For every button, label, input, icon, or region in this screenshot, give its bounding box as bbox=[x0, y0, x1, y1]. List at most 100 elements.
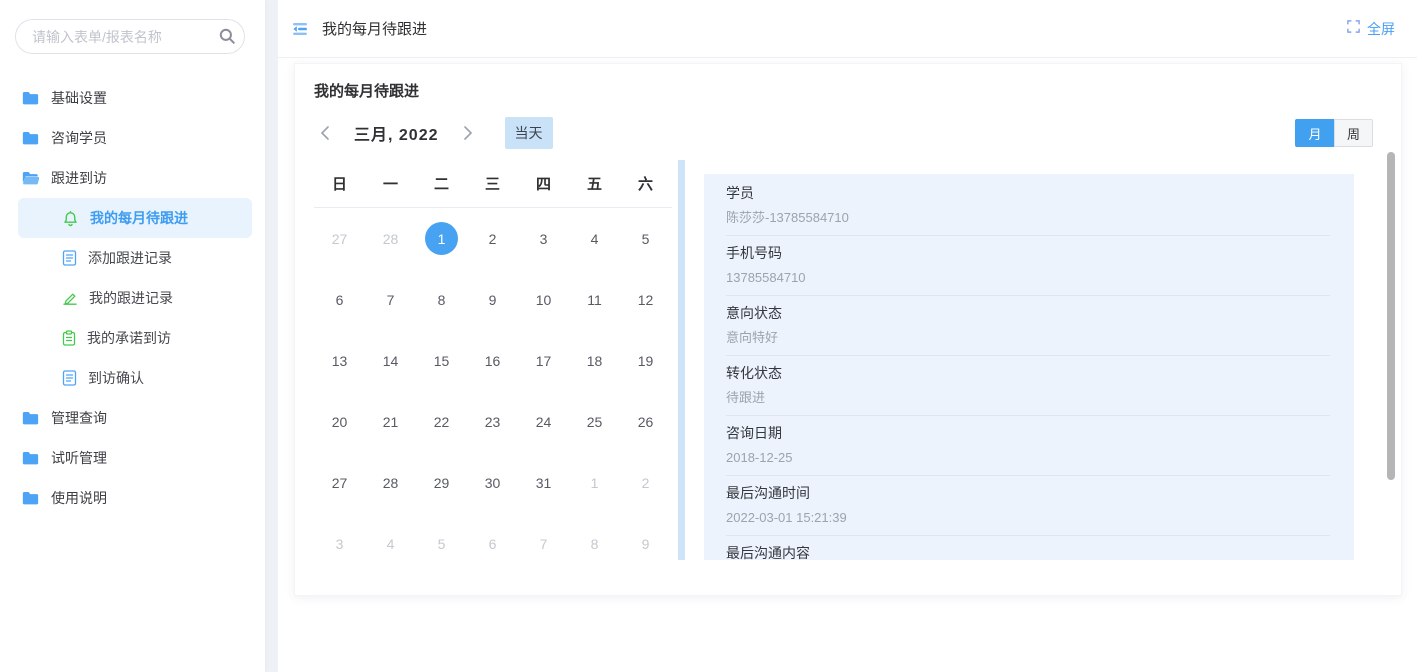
sidebar-item-label: 管理查询 bbox=[51, 408, 107, 428]
calendar-day[interactable]: 10 bbox=[518, 269, 569, 330]
calendar-day[interactable]: 29 bbox=[416, 452, 467, 513]
calendar-day[interactable]: 6 bbox=[314, 269, 365, 330]
calendar-day[interactable]: 3 bbox=[314, 513, 365, 574]
sidebar-subitem-到访确认[interactable]: 到访确认 bbox=[18, 358, 252, 398]
today-button[interactable]: 当天 bbox=[505, 117, 553, 149]
calendar-day[interactable]: 13 bbox=[314, 330, 365, 391]
calendar-day[interactable]: 2 bbox=[620, 452, 671, 513]
calendar-day[interactable]: 5 bbox=[416, 513, 467, 574]
calendar-day[interactable]: 21 bbox=[365, 391, 416, 452]
calendar-day[interactable]: 1 bbox=[416, 208, 467, 269]
sidebar-item-试听管理[interactable]: 试听管理 bbox=[0, 438, 265, 478]
calendar-day[interactable]: 28 bbox=[365, 208, 416, 269]
calendar-day[interactable]: 19 bbox=[620, 330, 671, 391]
sidebar-item-label: 基础设置 bbox=[51, 88, 107, 108]
sidebar-item-label: 添加跟进记录 bbox=[88, 248, 172, 268]
folder-icon bbox=[22, 451, 39, 465]
calendar: 日一二三四五六 27281234567891011121314151617181… bbox=[314, 160, 672, 574]
calendar-day[interactable]: 26 bbox=[620, 391, 671, 452]
sidebar-gap bbox=[265, 0, 278, 672]
calendar-day[interactable]: 24 bbox=[518, 391, 569, 452]
calendar-day-number: 14 bbox=[374, 344, 407, 377]
sidebar-item-基础设置[interactable]: 基础设置 bbox=[0, 78, 265, 118]
weekday-header: 五 bbox=[569, 160, 620, 207]
folder-icon bbox=[22, 411, 39, 425]
calendar-day[interactable]: 8 bbox=[416, 269, 467, 330]
calendar-day-number: 8 bbox=[425, 283, 458, 316]
calendar-day-number: 3 bbox=[527, 222, 560, 255]
calendar-day[interactable]: 4 bbox=[569, 208, 620, 269]
calendar-day[interactable]: 9 bbox=[620, 513, 671, 574]
calendar-day[interactable]: 22 bbox=[416, 391, 467, 452]
calendar-day[interactable]: 7 bbox=[365, 269, 416, 330]
chevron-left-icon[interactable] bbox=[314, 121, 338, 145]
sidebar-item-跟进到访[interactable]: 跟进到访 bbox=[0, 158, 265, 198]
calendar-day[interactable]: 12 bbox=[620, 269, 671, 330]
field-value: 2018-12-25 bbox=[726, 450, 1330, 465]
calendar-day-number: 24 bbox=[527, 405, 560, 438]
sidebar-item-label: 到访确认 bbox=[88, 368, 144, 388]
sidebar-item-label: 我的每月待跟进 bbox=[90, 208, 188, 228]
calendar-day-number: 9 bbox=[476, 283, 509, 316]
calendar-day[interactable]: 6 bbox=[467, 513, 518, 574]
calendar-day-number: 26 bbox=[629, 405, 662, 438]
calendar-day-number: 12 bbox=[629, 283, 662, 316]
calendar-day[interactable]: 5 bbox=[620, 208, 671, 269]
calendar-day-number: 2 bbox=[476, 222, 509, 255]
field-value: 意向特好 bbox=[726, 330, 1330, 345]
calendar-detail-divider bbox=[678, 160, 685, 560]
view-month-button[interactable]: 月 bbox=[1295, 119, 1334, 147]
sidebar-item-使用说明[interactable]: 使用说明 bbox=[0, 478, 265, 518]
weekday-header: 四 bbox=[518, 160, 569, 207]
main-area: 我的每月待跟进 全屏 我的每月待跟进 三月, 2022 bbox=[278, 0, 1417, 672]
calendar-day-number: 15 bbox=[425, 344, 458, 377]
calendar-day-number: 17 bbox=[527, 344, 560, 377]
calendar-day[interactable]: 4 bbox=[365, 513, 416, 574]
sidebar-nav: 基础设置咨询学员跟进到访我的每月待跟进添加跟进记录我的跟进记录我的承诺到访到访确… bbox=[0, 68, 265, 518]
calendar-day-number: 6 bbox=[323, 283, 356, 316]
calendar-day[interactable]: 18 bbox=[569, 330, 620, 391]
detail-field: 意向状态意向特好 bbox=[726, 296, 1330, 356]
calendar-day[interactable]: 27 bbox=[314, 208, 365, 269]
fullscreen-button[interactable]: 全屏 bbox=[1346, 19, 1395, 39]
calendar-day[interactable]: 27 bbox=[314, 452, 365, 513]
sidebar-item-管理查询[interactable]: 管理查询 bbox=[0, 398, 265, 438]
calendar-day[interactable]: 7 bbox=[518, 513, 569, 574]
weekday-header: 日 bbox=[314, 160, 365, 207]
calendar-day[interactable]: 31 bbox=[518, 452, 569, 513]
view-week-button[interactable]: 周 bbox=[1334, 119, 1373, 147]
calendar-day[interactable]: 28 bbox=[365, 452, 416, 513]
calendar-day[interactable]: 20 bbox=[314, 391, 365, 452]
calendar-day-number: 22 bbox=[425, 405, 458, 438]
sidebar: 基础设置咨询学员跟进到访我的每月待跟进添加跟进记录我的跟进记录我的承诺到访到访确… bbox=[0, 0, 265, 672]
calendar-day[interactable]: 30 bbox=[467, 452, 518, 513]
chevron-right-icon[interactable] bbox=[455, 121, 479, 145]
sidebar-subitem-我的承诺到访[interactable]: 我的承诺到访 bbox=[18, 318, 252, 358]
calendar-day[interactable]: 17 bbox=[518, 330, 569, 391]
sidebar-item-咨询学员[interactable]: 咨询学员 bbox=[0, 118, 265, 158]
calendar-day-number: 28 bbox=[374, 222, 407, 255]
sidebar-subitem-我的每月待跟进[interactable]: 我的每月待跟进 bbox=[18, 198, 252, 238]
calendar-day-number: 21 bbox=[374, 405, 407, 438]
calendar-day[interactable]: 3 bbox=[518, 208, 569, 269]
calendar-day[interactable]: 23 bbox=[467, 391, 518, 452]
calendar-day[interactable]: 11 bbox=[569, 269, 620, 330]
sidebar-subitem-添加跟进记录[interactable]: 添加跟进记录 bbox=[18, 238, 252, 278]
menu-fold-icon[interactable] bbox=[287, 16, 313, 42]
calendar-day-number: 19 bbox=[629, 344, 662, 377]
sidebar-subitem-我的跟进记录[interactable]: 我的跟进记录 bbox=[18, 278, 252, 318]
detail-field: 转化状态待跟进 bbox=[726, 356, 1330, 416]
calendar-day[interactable]: 1 bbox=[569, 452, 620, 513]
detail-panel: 学员陈莎莎-13785584710手机号码13785584710意向状态意向特好… bbox=[704, 174, 1354, 560]
calendar-day-number: 23 bbox=[476, 405, 509, 438]
field-label: 最后沟通时间 bbox=[726, 484, 1330, 502]
calendar-day[interactable]: 14 bbox=[365, 330, 416, 391]
calendar-day[interactable]: 16 bbox=[467, 330, 518, 391]
search-input[interactable] bbox=[15, 19, 245, 54]
calendar-day[interactable]: 9 bbox=[467, 269, 518, 330]
calendar-day[interactable]: 2 bbox=[467, 208, 518, 269]
calendar-day[interactable]: 15 bbox=[416, 330, 467, 391]
detail-scrollbar-thumb[interactable] bbox=[1387, 152, 1395, 480]
calendar-day[interactable]: 8 bbox=[569, 513, 620, 574]
calendar-day[interactable]: 25 bbox=[569, 391, 620, 452]
